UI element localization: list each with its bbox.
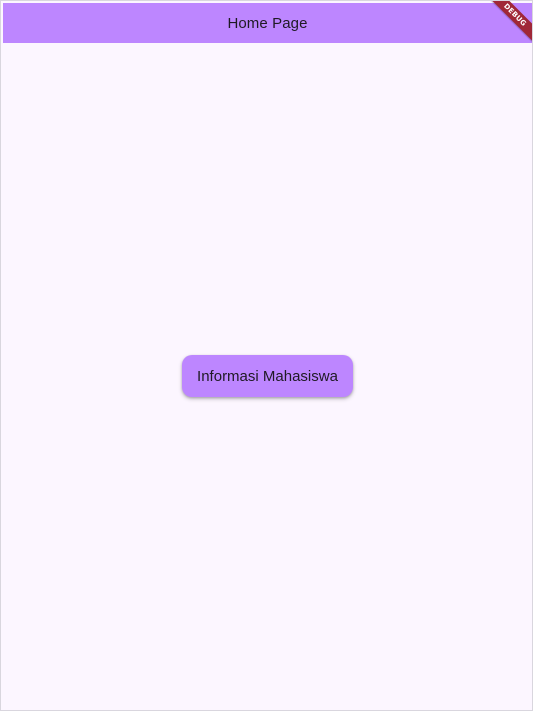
main-content: Informasi Mahasiswa [3, 43, 532, 710]
page-title: Home Page [227, 14, 308, 32]
informasi-mahasiswa-button[interactable]: Informasi Mahasiswa [182, 355, 353, 397]
app-window: Home Page Informasi Mahasiswa DEBUG [0, 0, 533, 711]
app-bar: Home Page [3, 3, 532, 43]
